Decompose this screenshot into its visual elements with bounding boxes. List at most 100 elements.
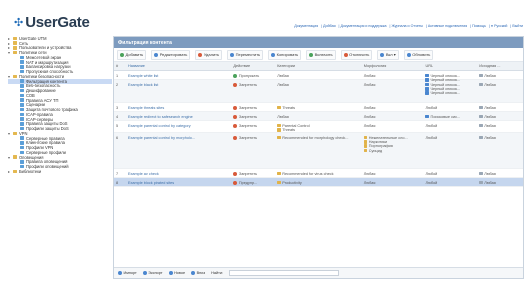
bottom-button-0[interactable]: Импорт — [118, 271, 137, 275]
morphology-cell: Любая — [362, 83, 424, 87]
morphology-item: Любая — [364, 83, 424, 87]
folder-icon — [13, 50, 17, 55]
toolbar-button-label: Отключить — [349, 52, 370, 57]
topnav-link-5[interactable]: | Помощь — [470, 24, 486, 28]
rule-icon — [20, 164, 24, 169]
toolbar-button-icon — [271, 52, 276, 57]
morphology-cell: Любая — [362, 172, 424, 176]
bottom-button-2[interactable]: Новое — [168, 271, 185, 275]
rule-name[interactable]: Example block pirated sites — [126, 181, 231, 185]
table-row[interactable]: 1 Example white list Пропускать Любая Любая Ч… — [114, 71, 523, 82]
url-cell: Любой — [423, 172, 477, 176]
categories-cell: Recommended for virus check — [275, 172, 362, 176]
rule-icon — [20, 65, 24, 69]
rule-name[interactable]: Example av check — [126, 172, 231, 176]
column-header[interactable]: Морфология — [362, 64, 424, 68]
url-value: Любой — [425, 180, 438, 185]
url-icon — [425, 78, 429, 82]
action-label: Запретить — [238, 123, 258, 128]
categories-item: Любая — [277, 115, 362, 119]
zone-icon — [479, 105, 483, 110]
row-number: 1 — [116, 73, 119, 78]
toolbar: Добавить Редактировать Удалить Переместить К… — [114, 48, 523, 62]
zone-icon — [479, 114, 483, 119]
bottom-button-1[interactable]: Экспорт — [142, 271, 163, 275]
source-value: Любая — [484, 114, 496, 119]
bottom-button-3[interactable]: Вниз — [191, 271, 205, 275]
source-value: Любая — [484, 171, 496, 176]
categories-cell: Parental Control Threats — [275, 124, 362, 133]
rule-name[interactable]: Example threats sites — [126, 106, 231, 110]
table-row[interactable]: 6 Example parental control by morpholo...… — [114, 133, 523, 169]
row-number: 7 — [116, 171, 119, 176]
topnav-link-6[interactable]: | ● Русский — [489, 24, 507, 28]
toolbar-button-label: Обновить — [412, 52, 431, 57]
rule-icon — [20, 79, 24, 83]
rule-action: Предупр... — [231, 180, 275, 185]
toolbar-button-8[interactable]: Обновить — [403, 49, 434, 60]
categories-icon — [277, 128, 281, 132]
categories-item: Threats — [277, 106, 362, 110]
source-value: Любая — [484, 180, 496, 185]
column-header[interactable]: Категории — [275, 64, 362, 68]
rule-name[interactable]: Example black list — [126, 83, 231, 87]
column-header[interactable]: Название — [126, 64, 231, 68]
table-row[interactable]: 8 Example block pirated sites Предупр... Pr… — [114, 178, 523, 187]
source-cell: Любая — [477, 136, 523, 140]
column-header[interactable]: Действие — [231, 64, 275, 68]
action-icon — [233, 114, 238, 119]
toolbar-button-5[interactable]: Включить — [306, 49, 336, 60]
column-header[interactable]: # — [114, 64, 126, 68]
sidebar-item[interactable]: ▸ Библиотеки — [8, 169, 112, 174]
categories-value: Threats — [282, 105, 296, 110]
search-input[interactable] — [229, 270, 340, 276]
toolbar-button-2[interactable]: Удалить — [195, 49, 223, 60]
toolbar-button-7[interactable]: Вкл ▾ — [377, 49, 399, 60]
toolbar-button-6[interactable]: Отключить — [340, 49, 373, 60]
rule-icon — [20, 117, 24, 121]
url-value: Черный список... — [430, 91, 461, 96]
toolbar-button-label: Вкл ▾ — [385, 52, 396, 57]
topnav-link-7[interactable]: | Выйти — [510, 24, 523, 28]
table-row[interactable]: 7 Example av check Запретить Recommended fo… — [114, 169, 523, 178]
categories-value: Threats — [282, 127, 296, 132]
toolbar-button-label: Редактировать — [159, 52, 188, 57]
url-value: Любой — [425, 105, 438, 110]
rule-action: Запретить — [231, 135, 275, 140]
rule-action: Запретить — [231, 114, 275, 119]
action-label: Запретить — [238, 105, 258, 110]
action-label: Запретить — [238, 135, 258, 140]
table-row[interactable]: 3 Example threats sites Запретить Threats Лю… — [114, 103, 523, 112]
rule-action: Запретить — [231, 82, 275, 87]
toolbar-button-1[interactable]: Редактировать — [151, 49, 191, 60]
topnav-link-3[interactable]: | Журнала и Отчеты — [390, 24, 423, 28]
rule-name[interactable]: Example redirect to safesearch engine — [126, 115, 231, 119]
top-navigation: Документация | Дойбая | Документация и под… — [291, 24, 523, 28]
topnav-link-0[interactable]: Документация — [294, 24, 318, 28]
morphology-cell: Любая — [362, 181, 424, 185]
topnav-link-4[interactable]: | Активные подключения — [426, 24, 467, 28]
rule-name[interactable]: Example parental control by category — [126, 124, 231, 128]
toolbar-button-4[interactable]: Копировать — [268, 49, 302, 60]
table-row[interactable]: 4 Example redirect to safesearch engine За… — [114, 112, 523, 121]
column-header[interactable]: URL — [423, 64, 477, 68]
rule-icon — [20, 145, 24, 150]
source-value: Любая — [484, 135, 496, 140]
folder-icon — [13, 46, 17, 50]
table-row[interactable]: 5 Example parental control by category Зап… — [114, 121, 523, 133]
folder-icon — [13, 36, 17, 41]
rule-name[interactable]: Example white list — [126, 74, 231, 78]
topnav-link-2[interactable]: | Документация и поддержка — [339, 24, 387, 28]
action-icon — [233, 135, 238, 140]
toolbar-button-0[interactable]: Добавить — [117, 49, 147, 60]
table-row[interactable]: 2 Example black list Запретить Любая Любая Че… — [114, 80, 523, 103]
rule-icon — [20, 69, 24, 74]
column-header[interactable]: Исходная ... — [477, 64, 523, 68]
toolbar-button-icon — [154, 52, 159, 57]
toolbar-button-3[interactable]: Переместить — [227, 49, 264, 60]
rule-icon — [20, 103, 24, 107]
categories-cell: Recommended for morphology check... — [275, 136, 362, 140]
morphology-cell: Любая — [362, 124, 424, 128]
topnav-link-1[interactable]: | Дойбая — [321, 24, 335, 28]
rule-name[interactable]: Example parental control by morpholo... — [126, 136, 231, 140]
